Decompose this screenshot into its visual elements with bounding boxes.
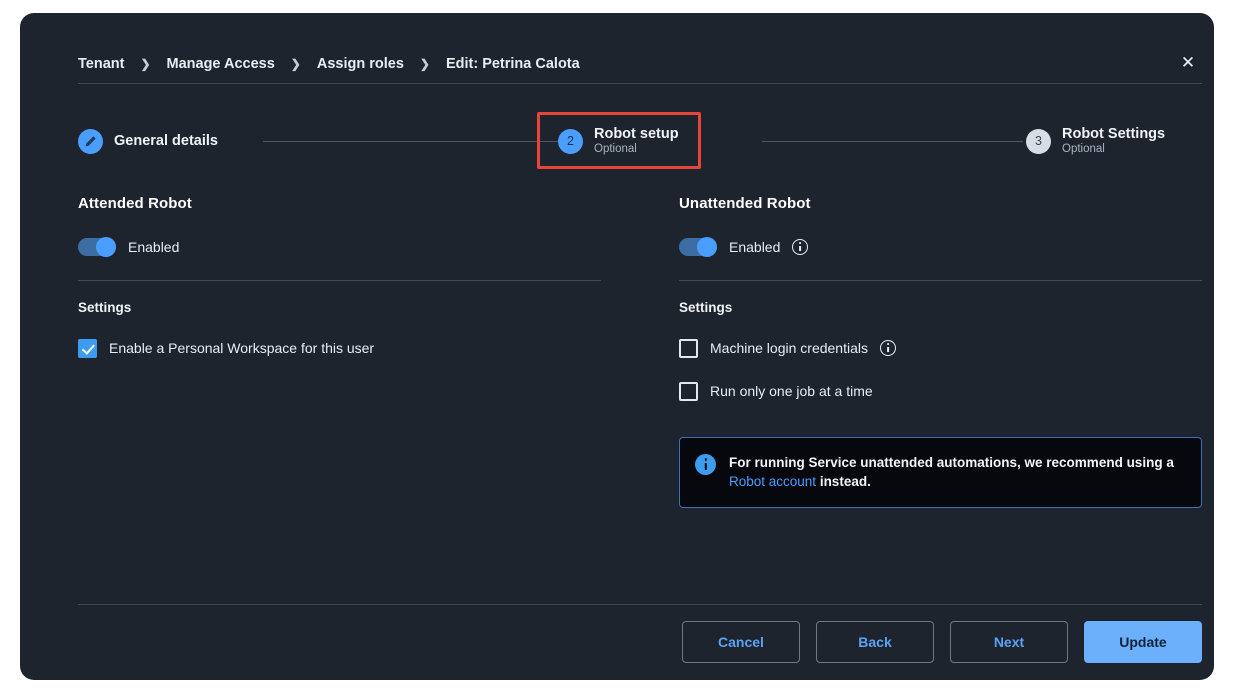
breadcrumb-item-tenant[interactable]: Tenant [78, 56, 124, 72]
unattended-enabled-row: Enabled [679, 236, 1202, 258]
run-one-job-row: Run only one job at a time [679, 381, 1202, 401]
step-number-badge: 3 [1026, 128, 1051, 154]
attended-enabled-row: Enabled [78, 236, 601, 258]
back-button[interactable]: Back [816, 621, 934, 663]
chevron-right-icon: ❯ [290, 57, 301, 71]
wizard-stepper: General details 2 Robot setup Optional 3… [78, 112, 1202, 169]
close-icon[interactable]: ✕ [1174, 48, 1202, 76]
step-text: Robot Settings Optional [1062, 126, 1165, 157]
info-icon[interactable] [792, 239, 809, 255]
info-icon[interactable] [879, 340, 896, 356]
machine-login-credentials-row: Machine login credentials [679, 338, 1202, 358]
attended-divider [78, 280, 601, 281]
banner-text-after: instead. [816, 474, 871, 490]
header-divider [78, 83, 1202, 84]
stepper-connector [762, 141, 1023, 142]
step-number-badge: 2 [558, 128, 583, 154]
info-icon [695, 454, 716, 475]
pencil-icon [78, 128, 103, 154]
attended-enabled-toggle[interactable] [78, 237, 116, 257]
step-general-details[interactable]: General details [78, 113, 218, 169]
step-robot-settings[interactable]: 3 Robot Settings Optional [1026, 113, 1165, 169]
unattended-divider [679, 280, 1202, 281]
edit-user-dialog: Tenant ❯ Manage Access ❯ Assign roles ❯ … [20, 13, 1214, 680]
step-title: Robot Settings [1062, 125, 1166, 142]
robot-account-link[interactable]: Robot account [729, 474, 816, 489]
step-title: Robot setup [594, 125, 679, 142]
step-subtitle: Optional [594, 143, 637, 156]
section-title-attended: Attended Robot [78, 195, 192, 212]
next-button[interactable]: Next [950, 621, 1068, 663]
unattended-enabled-toggle[interactable] [679, 237, 717, 257]
cancel-button[interactable]: Cancel [682, 621, 800, 663]
breadcrumb-item-assign-roles[interactable]: Assign roles [317, 56, 404, 72]
run-one-job-checkbox[interactable] [679, 381, 698, 401]
attended-enabled-label: Enabled [128, 239, 180, 255]
step-title: General details [114, 132, 218, 149]
unattended-robot-section: Unattended Robot Enabled Settings Machin… [679, 195, 1202, 509]
breadcrumb-item-manage-access[interactable]: Manage Access [167, 56, 275, 72]
chevron-right-icon: ❯ [419, 57, 430, 71]
update-button[interactable]: Update [1084, 621, 1202, 663]
chevron-right-icon: ❯ [140, 57, 151, 71]
banner-text-before: For running Service unattended automatio… [729, 455, 1174, 470]
machine-login-credentials-checkbox[interactable] [679, 338, 698, 358]
step-text: Robot setup Optional [594, 126, 679, 157]
robot-account-info-banner: For running Service unattended automatio… [679, 437, 1202, 509]
attended-settings-title: Settings [78, 300, 132, 315]
section-title-unattended: Unattended Robot [679, 195, 811, 212]
unattended-settings-title: Settings [679, 300, 733, 315]
personal-workspace-row: Enable a Personal Workspace for this use… [78, 338, 601, 358]
pencil-glyph [85, 135, 96, 146]
breadcrumb: Tenant ❯ Manage Access ❯ Assign roles ❯ … [78, 46, 1202, 82]
footer-divider [78, 604, 1202, 605]
run-one-job-label: Run only one job at a time [710, 383, 873, 399]
personal-workspace-checkbox[interactable] [78, 338, 97, 358]
banner-text: For running Service unattended automatio… [729, 453, 1185, 491]
machine-login-credentials-label: Machine login credentials [710, 340, 868, 356]
dialog-footer: Cancel Back Next Update [78, 621, 1202, 663]
step-subtitle: Optional [1062, 143, 1105, 156]
breadcrumb-item-edit-user: Edit: Petrina Calota [445, 56, 580, 72]
step-text: General details [114, 133, 218, 150]
personal-workspace-label: Enable a Personal Workspace for this use… [109, 340, 375, 356]
unattended-enabled-label: Enabled [729, 239, 781, 255]
stepper-connector [263, 141, 559, 142]
step-robot-setup[interactable]: 2 Robot setup Optional [558, 113, 679, 169]
attended-robot-section: Attended Robot Enabled Settings Enable a… [78, 195, 601, 358]
